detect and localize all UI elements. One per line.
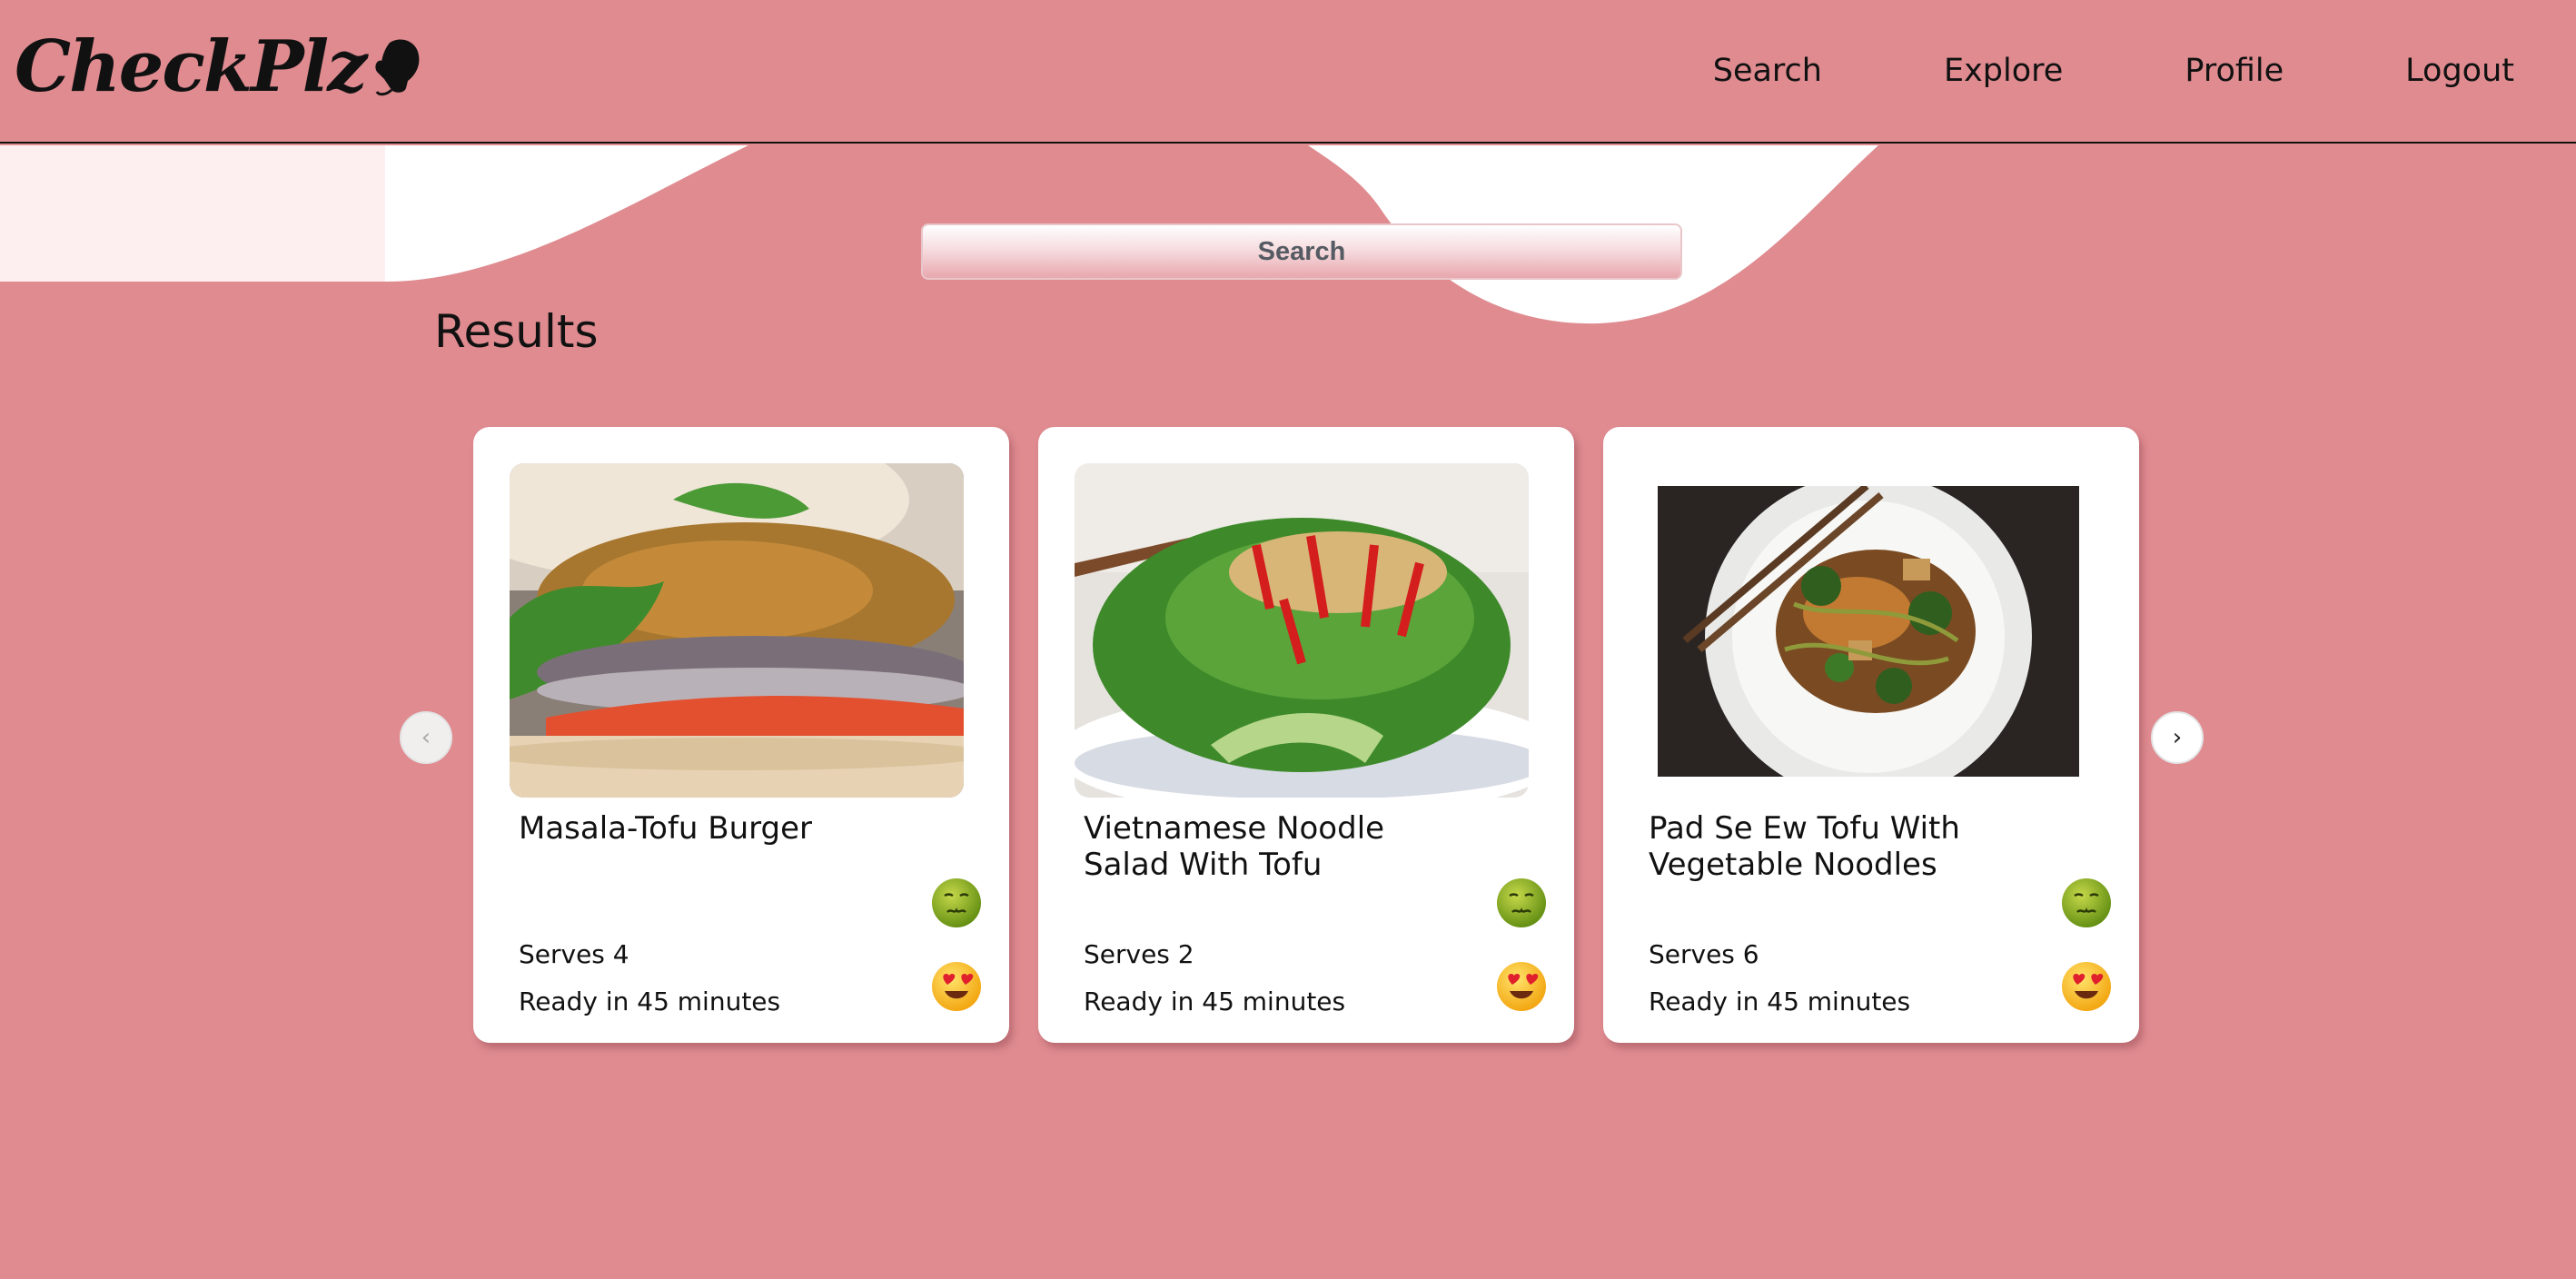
burger-photo [510,463,964,798]
results-heading: Results [434,305,599,358]
carousel-prev-button[interactable]: ‹ [400,711,452,764]
nauseated-face-icon[interactable] [931,877,982,928]
nav-explore-link[interactable]: Explore [1944,53,2063,89]
nav-logout-link[interactable]: Logout [2405,53,2514,89]
logo-text: CheckPlz [15,25,368,108]
heart-eyes-face-icon[interactable] [931,961,982,1012]
heart-eyes-face-icon[interactable] [1496,961,1547,1012]
nauseated-face-icon[interactable] [2061,877,2112,928]
recipe-title[interactable]: Masala-Tofu Burger [519,810,909,847]
heart-eyes-face-icon[interactable] [2061,961,2112,1012]
recipe-card[interactable]: Pad Se Ew Tofu With Vegetable Noodles Se… [1603,427,2139,1043]
top-navbar: CheckPlz Search Explore Profile Logout [0,0,2576,144]
recipe-image-burger[interactable] [510,463,964,798]
recipe-ready-time: Ready in 45 minutes [1084,987,1346,1016]
app-logo[interactable]: CheckPlz [15,25,428,108]
recipe-image-noodle-salad[interactable] [1075,463,1529,798]
nav-search-link[interactable]: Search [1713,53,1822,89]
nav-links: Search Explore Profile Logout [1713,53,2514,89]
chevron-right-icon: › [2172,724,2183,751]
search-input[interactable] [921,223,1682,280]
recipe-ready-time: Ready in 45 minutes [519,987,781,1016]
salad-photo [1075,463,1529,798]
recipe-title[interactable]: Pad Se Ew Tofu With Vegetable Noodles [1649,810,2039,883]
nauseated-face-icon[interactable] [1496,877,1547,928]
carousel-next-button[interactable]: › [2151,711,2204,764]
recipe-image-pad-se-ew[interactable] [1658,486,2079,777]
recipe-serves: Serves 4 [519,939,629,969]
recipe-serves: Serves 2 [1084,939,1194,969]
recipe-card[interactable]: Masala-Tofu Burger Serves 4 Ready in 45 … [473,427,1009,1043]
oven-mitt-icon [374,38,419,95]
pad-se-ew-photo [1658,486,2079,777]
search-bar [921,223,1682,280]
recipe-ready-time: Ready in 45 minutes [1649,987,1911,1016]
recipe-card[interactable]: Vietnamese Noodle Salad With Tofu Serves… [1038,427,1574,1043]
nav-profile-link[interactable]: Profile [2185,53,2284,89]
recipe-title[interactable]: Vietnamese Noodle Salad With Tofu [1084,810,1474,883]
recipe-serves: Serves 6 [1649,939,1759,969]
chevron-left-icon: ‹ [421,724,431,751]
